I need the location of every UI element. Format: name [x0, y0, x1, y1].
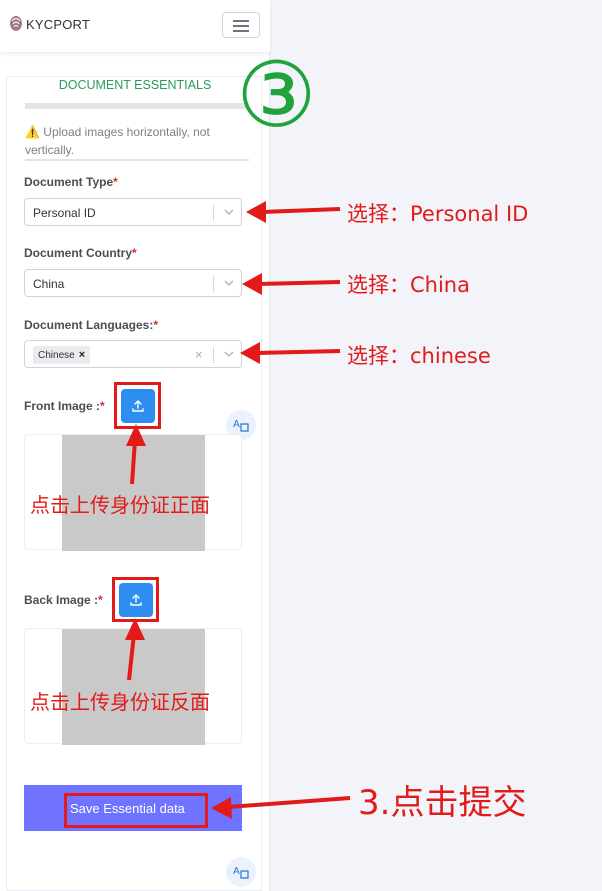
annotation-submit: 3.点击提交: [358, 783, 527, 823]
chevron-down-icon[interactable]: [221, 204, 237, 220]
front-image-label: Front Image :*: [24, 399, 105, 413]
brand-name: KYCPORT: [26, 17, 91, 32]
annotation-upload-back: 点击上传身份证反面: [30, 690, 210, 714]
document-languages-multiselect[interactable]: Chinese × ×: [24, 340, 242, 368]
document-country-select[interactable]: China: [24, 269, 242, 297]
annotation-upload-front: 点击上传身份证正面: [30, 493, 210, 517]
chevron-down-icon[interactable]: [221, 346, 237, 362]
front-image-label-text: Front Image :: [24, 399, 101, 413]
upload-notice: ⚠️ Upload images horizontally, not verti…: [25, 125, 210, 157]
document-country-label-text: Document Country: [24, 246, 132, 260]
back-upload-highlight: [112, 577, 159, 622]
clear-icon[interactable]: ×: [195, 347, 203, 362]
select-separator: [213, 276, 214, 292]
required-mark: *: [113, 175, 118, 189]
top-navbar: KYCPORT: [0, 0, 270, 52]
annotation-select-type: 选择：Personal ID: [347, 202, 529, 226]
document-type-label-text: Document Type: [24, 175, 114, 189]
language-tag-label: Chinese: [38, 350, 75, 361]
menu-bar-icon: [233, 30, 249, 32]
select-separator: [213, 347, 214, 363]
notice-divider: [25, 159, 249, 161]
required-mark: *: [132, 246, 137, 260]
document-languages-label-text: Document Languages:: [24, 318, 154, 332]
back-image-label-text: Back Image :: [24, 593, 99, 607]
document-languages-label: Document Languages:*: [24, 318, 158, 332]
card-title: DOCUMENT ESSENTIALS: [58, 78, 212, 92]
chevron-down-icon[interactable]: [221, 275, 237, 291]
annotation-select-country: 选择：China: [347, 273, 470, 297]
document-type-label: Document Type*: [24, 175, 118, 189]
document-country-label: Document Country*: [24, 246, 137, 260]
select-separator: [213, 205, 214, 221]
back-image-label: Back Image :*: [24, 593, 103, 607]
annotation-select-language: 选择：chinese: [347, 344, 491, 368]
menu-bar-icon: [233, 25, 249, 27]
menu-bar-icon: [233, 20, 249, 22]
required-mark: *: [153, 318, 159, 332]
fingerprint-logo-icon: [10, 16, 22, 31]
front-upload-highlight: [114, 382, 161, 429]
document-type-select[interactable]: Personal ID: [24, 198, 242, 226]
sidebar-panel: KYCPORT DOCUMENT ESSENTIALS ⚠️ Upload im…: [0, 0, 270, 891]
step-number-annotation: ③: [236, 43, 317, 148]
document-type-value: Personal ID: [33, 206, 96, 220]
language-tag: Chinese ×: [33, 346, 91, 364]
translate-icon[interactable]: A: [226, 857, 256, 887]
save-button-highlight: [64, 793, 208, 828]
svg-text:A: A: [233, 419, 240, 430]
title-divider: [25, 103, 249, 109]
required-mark: *: [100, 399, 105, 413]
document-country-value: China: [33, 277, 65, 291]
tag-remove-icon[interactable]: ×: [79, 349, 85, 361]
required-mark: *: [98, 593, 103, 607]
hamburger-menu-button[interactable]: [222, 12, 260, 38]
svg-text:A: A: [233, 866, 240, 877]
